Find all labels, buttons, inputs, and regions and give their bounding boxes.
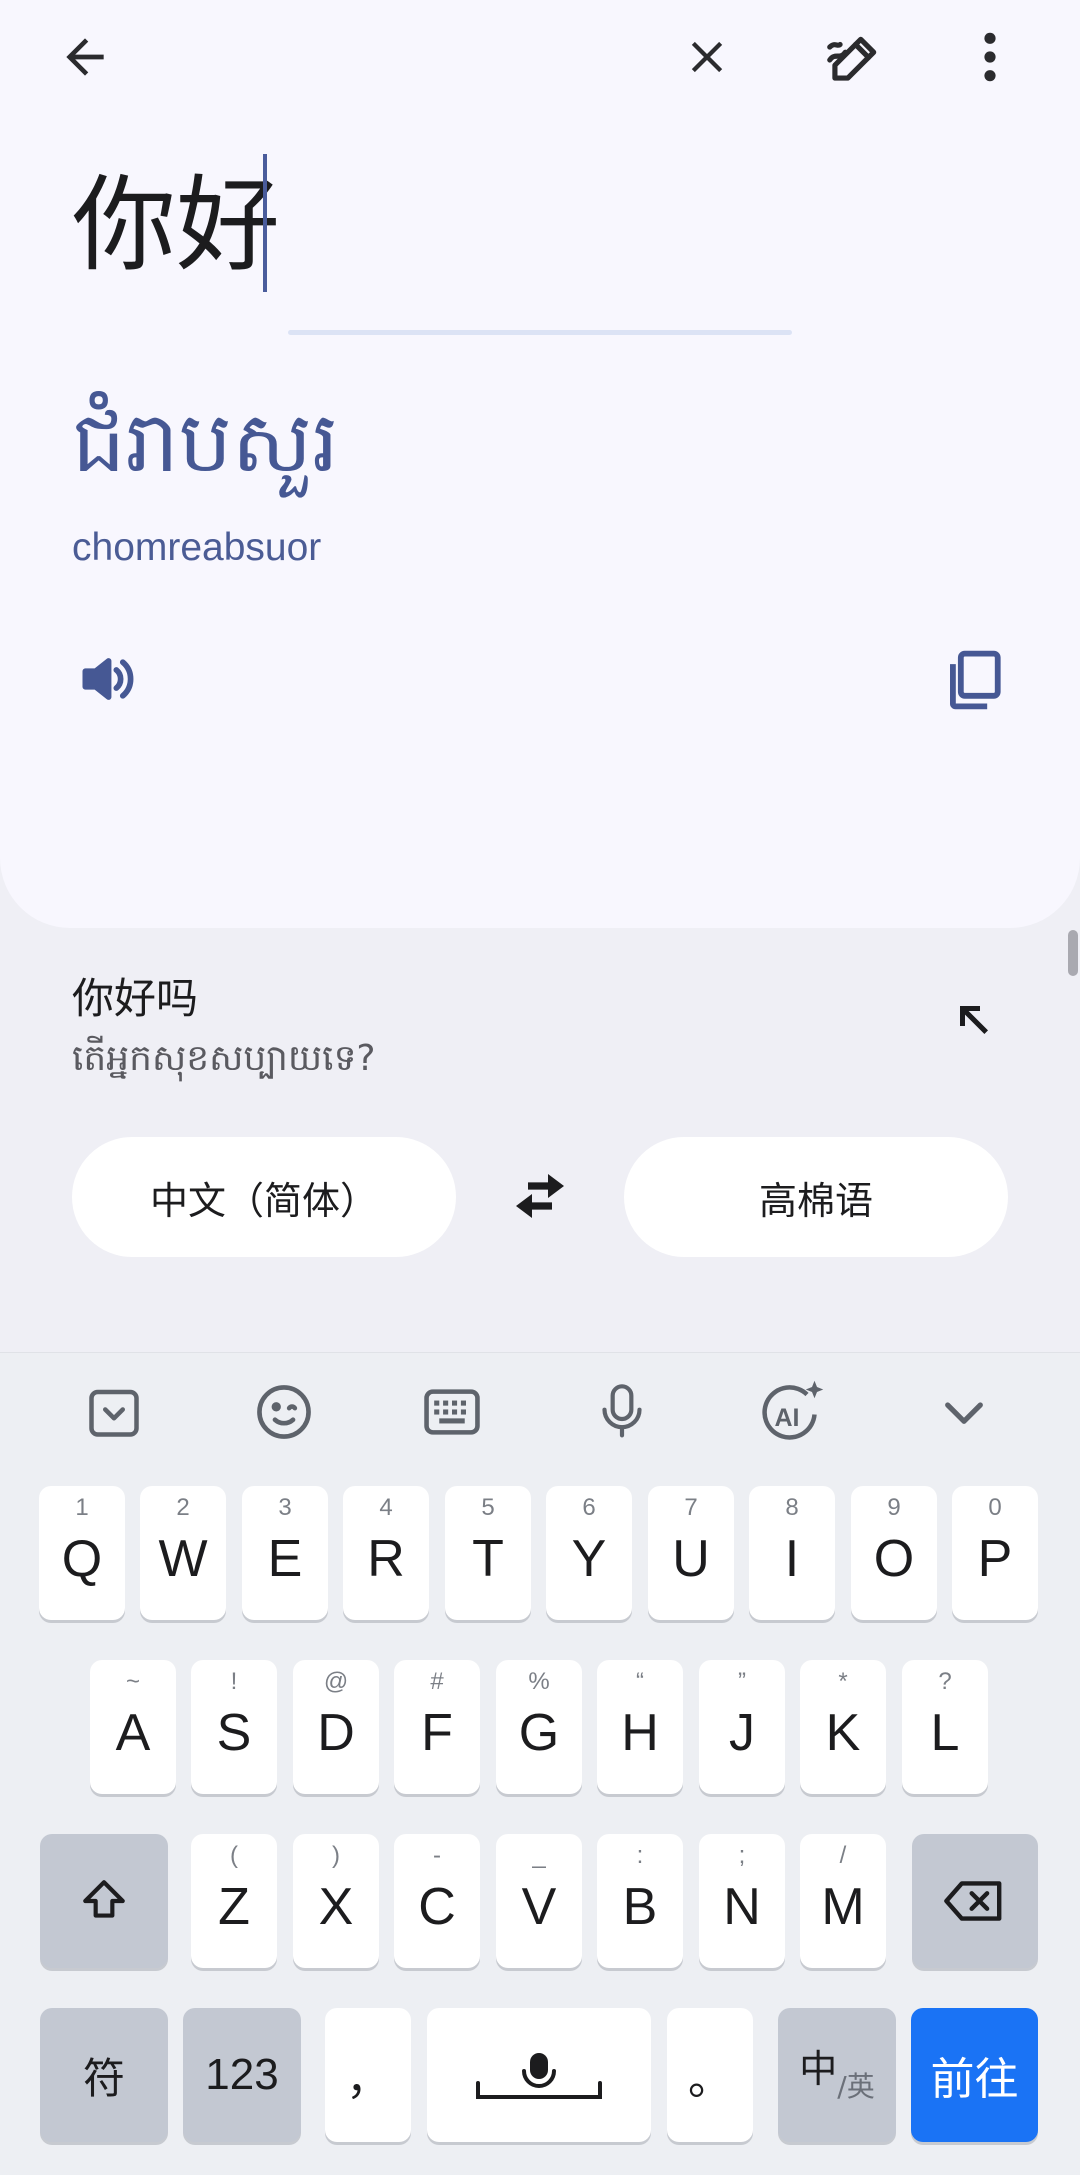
scrollbar[interactable] xyxy=(1068,930,1078,976)
more-options-icon[interactable] xyxy=(955,22,1025,92)
clipboard-collapse-icon[interactable] xyxy=(74,1372,154,1452)
key-v[interactable]: _ V xyxy=(496,1834,582,1968)
source-language-button[interactable]: 中文（简体） xyxy=(72,1137,456,1257)
key-o[interactable]: 9O xyxy=(851,1486,937,1620)
emoji-icon[interactable] xyxy=(244,1372,324,1452)
source-text-input[interactable]: 你好 xyxy=(72,160,280,290)
key-c[interactable]: -C xyxy=(394,1834,480,1968)
target-language-button[interactable]: 高棉语 xyxy=(624,1137,1008,1257)
go-key[interactable]: 前往 xyxy=(911,2008,1038,2142)
shift-key[interactable] xyxy=(40,1834,168,1968)
translated-text: ជំរាបសួរ xyxy=(72,393,339,491)
handwriting-pen-icon[interactable] xyxy=(815,22,891,98)
keyboard-layout-icon[interactable] xyxy=(412,1372,492,1452)
key-l[interactable]: ? L xyxy=(902,1660,988,1794)
close-icon[interactable] xyxy=(672,22,742,92)
suggestion-translation[interactable]: តើអ្នកសុខសប្បាយទេ? xyxy=(72,1035,376,1088)
copy-icon[interactable] xyxy=(936,642,1012,718)
key-w[interactable]: 2W xyxy=(140,1486,226,1620)
key-h[interactable]: “H xyxy=(597,1660,683,1794)
key-b[interactable]: :B xyxy=(597,1834,683,1968)
keyboard-hide-chevron-icon[interactable] xyxy=(924,1372,1004,1452)
suggestion-text[interactable]: 你好吗 xyxy=(72,965,198,1026)
symbols-key[interactable]: 符 xyxy=(40,2008,168,2142)
key-k[interactable]: * K xyxy=(800,1660,886,1794)
romanization-text: chomreabsuor xyxy=(72,526,322,569)
insert-suggestion-arrow-icon[interactable] xyxy=(940,990,1004,1054)
key-x[interactable]: ) X xyxy=(293,1834,379,1968)
backspace-icon xyxy=(944,1881,1002,1921)
space-voice-icon xyxy=(476,2053,602,2099)
language-toggle-key[interactable]: 中 /英 xyxy=(778,2008,896,2142)
key-y[interactable]: 6Y xyxy=(546,1486,632,1620)
key-f[interactable]: # F xyxy=(394,1660,480,1794)
microphone-icon[interactable] xyxy=(582,1372,662,1452)
key-z[interactable]: (Z xyxy=(191,1834,277,1968)
key-e[interactable]: 3E xyxy=(242,1486,328,1620)
key-q[interactable]: 1Q xyxy=(39,1486,125,1620)
comma-key[interactable]: ， xyxy=(325,2008,411,2142)
shift-icon xyxy=(83,1880,125,1918)
key-n[interactable]: ; N xyxy=(699,1834,785,1968)
key-u[interactable]: 7U xyxy=(648,1486,734,1620)
key-d[interactable]: @ D xyxy=(293,1660,379,1794)
text-cursor xyxy=(263,154,267,292)
key-s[interactable]: ! S xyxy=(191,1660,277,1794)
key-a[interactable]: ~ A xyxy=(90,1660,176,1794)
key-t[interactable]: 5T xyxy=(445,1486,531,1620)
backspace-key[interactable] xyxy=(912,1834,1038,1968)
svg-text:AI: AI xyxy=(775,1404,800,1432)
key-m[interactable]: / M xyxy=(800,1834,886,1968)
ai-assistant-icon[interactable]: AI xyxy=(752,1372,832,1452)
swap-languages-icon[interactable] xyxy=(504,1160,576,1232)
key-r[interactable]: 4R xyxy=(343,1486,429,1620)
input-underline xyxy=(288,330,792,335)
key-p[interactable]: 0P xyxy=(952,1486,1038,1620)
speaker-icon[interactable] xyxy=(66,644,146,714)
key-j[interactable]: ” J xyxy=(699,1660,785,1794)
back-arrow-icon[interactable] xyxy=(50,22,120,92)
space-key[interactable] xyxy=(427,2008,651,2142)
period-key[interactable]: 。 xyxy=(667,2008,753,2142)
key-i[interactable]: 8I xyxy=(749,1486,835,1620)
numbers-key[interactable]: 123 xyxy=(183,2008,301,2142)
key-g[interactable]: % G xyxy=(496,1660,582,1794)
